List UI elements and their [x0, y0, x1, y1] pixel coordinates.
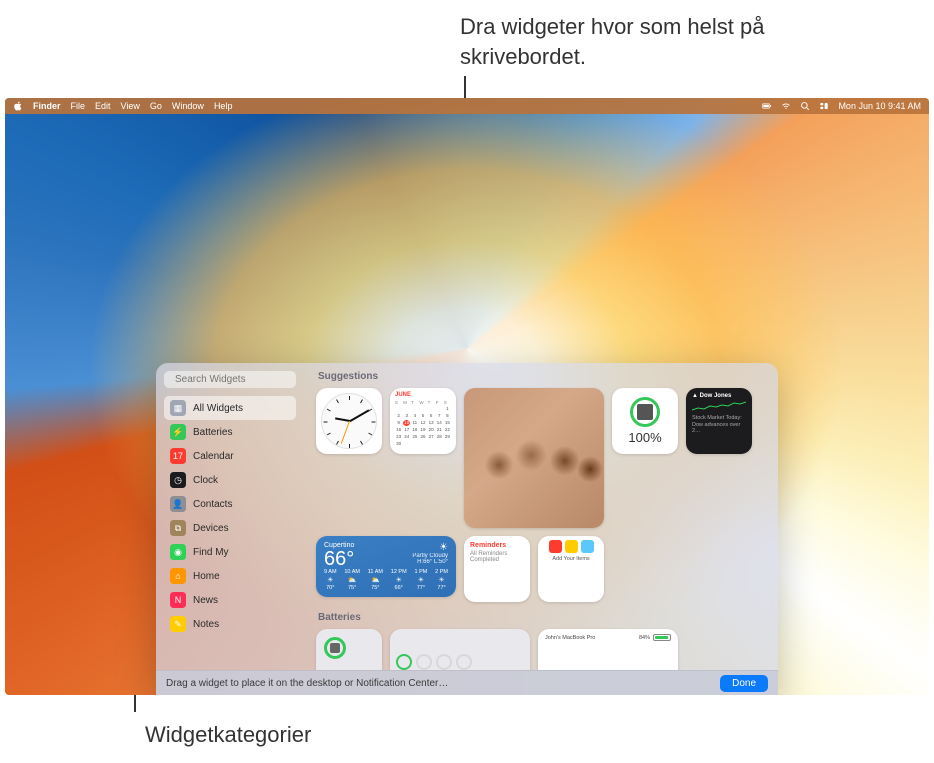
sidebar-item-find-my[interactable]: ◉ Find My [164, 540, 296, 564]
sidebar-item-notes[interactable]: ✎ Notes [164, 612, 296, 636]
findmy-icon: ◉ [170, 544, 186, 560]
second-hand [341, 421, 350, 444]
panel-footer: Drag a widget to place it on the desktop… [156, 670, 778, 695]
battery-ring-placeholder-icon [416, 654, 432, 670]
section-suggestions-header: Suggestions [318, 371, 766, 382]
sparkline-icon [692, 401, 746, 413]
callout-top: Dra widgeter hvor som helst på skrivebor… [460, 12, 780, 71]
clock-icon: ◷ [170, 472, 186, 488]
battery-icon[interactable] [762, 101, 772, 111]
battery-ring-icon [324, 637, 346, 659]
spotlight-icon[interactable] [800, 101, 810, 111]
widget-battery-list[interactable]: John's MacBook Pro 84% [538, 629, 678, 670]
calendar-month: JUNE [395, 392, 451, 398]
battery-ring-placeholder-icon [456, 654, 472, 670]
sidebar-item-label: Notes [193, 619, 219, 630]
callout-bottom: Widgetkategorier [145, 720, 311, 750]
macos-desktop: Finder File Edit View Go Window Help Mon… [5, 98, 929, 695]
sidebar-item-label: News [193, 595, 218, 606]
sidebar-item-batteries[interactable]: ⚡ Batteries [164, 420, 296, 444]
battery-percent: 100% [628, 430, 661, 445]
weather-hour: 10 AM⛅75° [344, 569, 360, 591]
sidebar-item-contacts[interactable]: 👤 Contacts [164, 492, 296, 516]
search-field[interactable] [164, 371, 296, 388]
clock-face [321, 393, 377, 449]
reminders-title: Reminders [470, 542, 524, 549]
findmy-item-icons [542, 540, 600, 553]
sidebar-item-label: Find My [193, 547, 229, 558]
sidebar-item-news[interactable]: N News [164, 588, 296, 612]
weather-hilo: H:66° L:50° [412, 559, 448, 565]
devices-icon: ⧉ [170, 520, 186, 536]
widget-sidebar: ▦ All Widgets ⚡ Batteries 17 Calendar ◷ Clock 👤 C… [156, 363, 304, 670]
widget-reminders[interactable]: Reminders All Reminders Completed [464, 536, 530, 602]
menubar: Finder File Edit View Go Window Help Mon… [5, 98, 929, 114]
minute-hand [349, 409, 369, 421]
person-icon: 👤 [170, 496, 186, 512]
battery-device-name: John's MacBook Pro [545, 635, 595, 641]
widget-calendar[interactable]: JUNE SMTWTFS 123456789101112131415161718… [390, 388, 456, 454]
weather-hour: 12 PM☀66° [391, 569, 407, 591]
weather-hour: 2 PM☀77° [435, 569, 448, 591]
home-icon: ⌂ [170, 568, 186, 584]
sidebar-item-clock[interactable]: ◷ Clock [164, 468, 296, 492]
menu-edit[interactable]: Edit [95, 101, 111, 111]
sidebar-item-all-widgets[interactable]: ▦ All Widgets [164, 396, 296, 420]
battery-bar-icon [653, 634, 671, 641]
reminders-subtitle: All Reminders Completed [470, 551, 524, 563]
battery-ring-placeholder-icon [436, 654, 452, 670]
news-icon: N [170, 592, 186, 608]
sidebar-item-home[interactable]: ⌂ Home [164, 564, 296, 588]
weather-hour: 11 AM⛅75° [368, 569, 383, 591]
weather-hour: 1 PM☀77° [414, 569, 427, 591]
widget-battery[interactable]: 100% [612, 388, 678, 454]
sidebar-item-label: Calendar [193, 451, 234, 462]
footer-hint: Drag a widget to place it on the desktop… [166, 678, 448, 689]
widget-photos[interactable] [464, 388, 604, 528]
weather-sun-icon: ☀ [412, 542, 448, 553]
weather-hour: 9 AM☀70° [324, 569, 337, 591]
menu-go[interactable]: Go [150, 101, 162, 111]
menu-view[interactable]: View [121, 101, 140, 111]
sidebar-item-label: Clock [193, 475, 218, 486]
notes-icon: ✎ [170, 616, 186, 632]
sidebar-item-label: All Widgets [193, 403, 243, 414]
findmy-label: Add Your Items [542, 556, 600, 562]
wifi-icon[interactable] [781, 101, 791, 111]
sidebar-item-calendar[interactable]: 17 Calendar [164, 444, 296, 468]
sidebar-item-label: Contacts [193, 499, 232, 510]
section-batteries-header: Batteries [318, 612, 766, 623]
menubar-datetime[interactable]: Mon Jun 10 9:41 AM [838, 101, 921, 111]
widget-gallery-panel: ▦ All Widgets ⚡ Batteries 17 Calendar ◷ Clock 👤 C… [156, 363, 778, 695]
done-button[interactable]: Done [720, 675, 768, 692]
menu-help[interactable]: Help [214, 101, 233, 111]
sidebar-item-devices[interactable]: ⧉ Devices [164, 516, 296, 540]
bolt-icon: ⚡ [170, 424, 186, 440]
menu-file[interactable]: File [71, 101, 86, 111]
widget-battery-small[interactable] [316, 629, 382, 670]
menu-window[interactable]: Window [172, 101, 204, 111]
stocks-symbol: ▲ Dow Jones [692, 393, 746, 399]
apple-logo-icon[interactable] [13, 101, 23, 111]
stocks-headline: Stock Market Today: Dow advances over 2… [692, 415, 746, 435]
menubar-app[interactable]: Finder [33, 101, 61, 111]
widget-battery-medium[interactable] [390, 629, 530, 670]
search-input[interactable] [175, 374, 304, 385]
widget-stocks[interactable]: ▲ Dow Jones Stock Market Today: Dow adva… [686, 388, 752, 454]
weather-temp: 66° [324, 549, 354, 569]
widget-clock[interactable] [316, 388, 382, 454]
control-center-icon[interactable] [819, 101, 829, 111]
widget-main: Suggestions JUNE SMT [304, 363, 778, 670]
cal-icon: 17 [170, 448, 186, 464]
battery-device-pct: 84% [639, 635, 650, 641]
grid-icon: ▦ [170, 400, 186, 416]
sidebar-item-label: Batteries [193, 427, 232, 438]
sidebar-item-label: Home [193, 571, 220, 582]
sidebar-item-label: Devices [193, 523, 229, 534]
widget-weather[interactable]: Cupertino 66° ☀ Partly Cloudy H:66° L:50… [316, 536, 456, 597]
widget-findmy[interactable]: Add Your Items [538, 536, 604, 602]
battery-ring-icon [396, 654, 412, 670]
battery-ring-icon [630, 397, 660, 427]
